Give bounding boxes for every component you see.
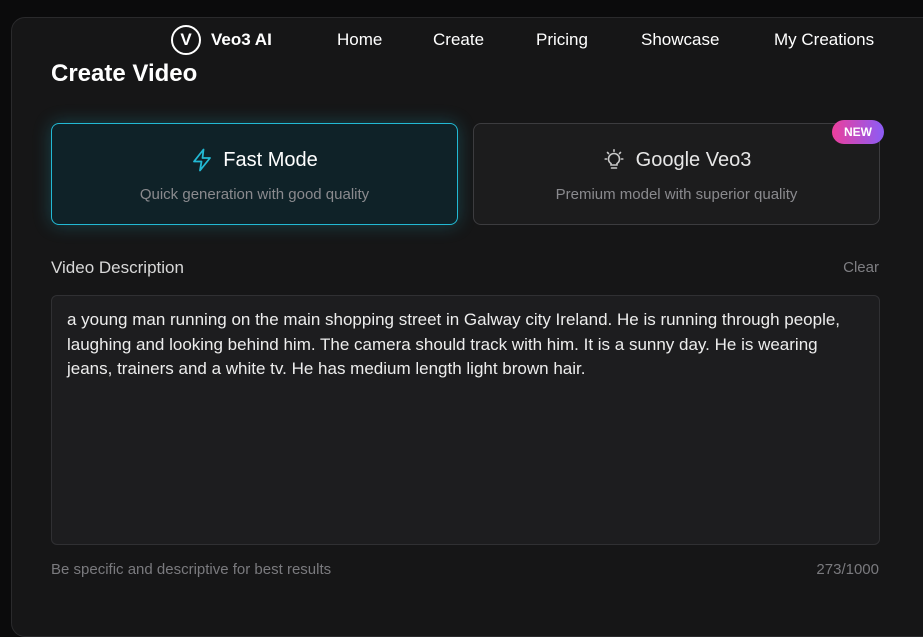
brand[interactable]: V Veo3 AI (171, 25, 272, 55)
mode-card-google-veo3[interactable]: Google Veo3 Premium model with superior … (473, 120, 884, 225)
top-navigation: V Veo3 AI Home Create Pricing Showcase M… (0, 22, 923, 58)
mode-name: Google Veo3 (635, 148, 752, 171)
nav-link-create[interactable]: Create (433, 30, 484, 50)
video-description-input[interactable]: a young man running on the main shopping… (51, 295, 880, 545)
mode-name: Fast Mode (223, 148, 318, 171)
character-counter: 273/1000 (816, 561, 879, 578)
lightbulb-icon (602, 148, 626, 172)
mode-description: Quick generation with good quality (139, 186, 370, 203)
video-description-label: Video Description (51, 258, 184, 277)
description-hint: Be specific and descriptive for best res… (51, 561, 332, 578)
mode-description: Premium model with superior quality (555, 186, 798, 203)
mode-card-fast[interactable]: Fast Mode Quick generation with good qua… (51, 123, 458, 225)
nav-link-showcase[interactable]: Showcase (641, 30, 719, 50)
nav-link-pricing[interactable]: Pricing (536, 30, 588, 50)
lightning-bolt-icon (191, 148, 213, 172)
brand-name: Veo3 AI (211, 30, 272, 49)
mode-card-fast-header: Fast Mode (52, 148, 457, 172)
nav-link-my-creations[interactable]: My Creations (774, 30, 874, 50)
page-title: Create Video (51, 60, 198, 87)
clear-button[interactable]: Clear (843, 259, 879, 276)
new-badge: NEW (832, 120, 884, 144)
nav-link-home[interactable]: Home (337, 30, 382, 50)
brand-logo-icon: V (171, 25, 201, 55)
mode-card-veo-header: Google Veo3 (474, 148, 879, 172)
